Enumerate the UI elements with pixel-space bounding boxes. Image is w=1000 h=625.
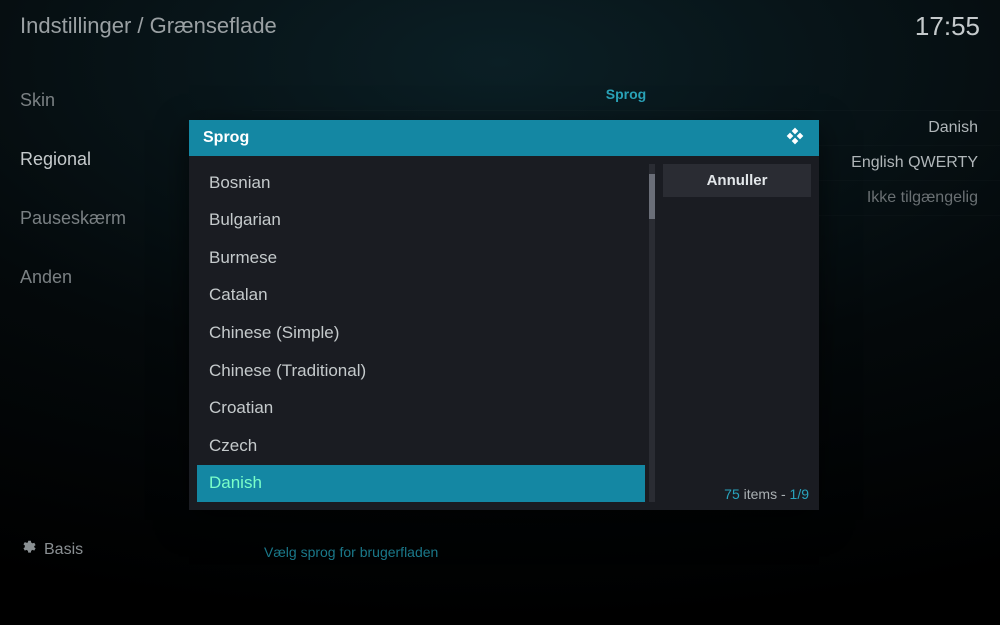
setting-value: English QWERTY	[851, 154, 978, 172]
setting-description: Vælg sprog for brugerfladen	[264, 544, 438, 560]
dialog-header: Sprog	[189, 120, 819, 156]
list-item[interactable]: Czech	[197, 427, 645, 465]
settings-level[interactable]: Basis	[20, 539, 83, 560]
scrollbar-thumb[interactable]	[649, 174, 655, 219]
list-item[interactable]: Catalan	[197, 277, 645, 315]
dialog-title: Sprog	[203, 129, 249, 147]
list-item[interactable]: Chinese (Simple)	[197, 314, 645, 352]
setting-value: Danish	[928, 119, 978, 137]
list-item[interactable]: Bosnian	[197, 164, 645, 202]
language-list[interactable]: BosnianBulgarianBurmeseCatalanChinese (S…	[197, 164, 645, 502]
list-item[interactable]: Bulgarian	[197, 202, 645, 240]
cancel-button[interactable]: Annuller	[663, 164, 811, 197]
language-dialog: Sprog BosnianBulgarianBurmeseCatalanChin…	[189, 120, 819, 510]
list-item[interactable]: Burmese	[197, 239, 645, 277]
list-item[interactable]: Croatian	[197, 389, 645, 427]
clock: 17:55	[915, 11, 980, 42]
setting-value: Ikke tilgængelig	[867, 189, 978, 207]
gear-icon	[20, 539, 36, 560]
list-item[interactable]: Chinese (Traditional)	[197, 352, 645, 390]
breadcrumb: Indstillinger / Grænseflade	[20, 13, 277, 39]
item-counter: 75 items - 1/9	[663, 482, 811, 502]
kodi-logo-icon	[785, 126, 805, 151]
scrollbar[interactable]	[649, 164, 655, 502]
sidebar-item-skin[interactable]: Skin	[0, 80, 240, 121]
section-heading: Sprog	[252, 78, 1000, 111]
settings-level-label: Basis	[44, 541, 83, 559]
list-item[interactable]: Danish	[197, 465, 645, 503]
